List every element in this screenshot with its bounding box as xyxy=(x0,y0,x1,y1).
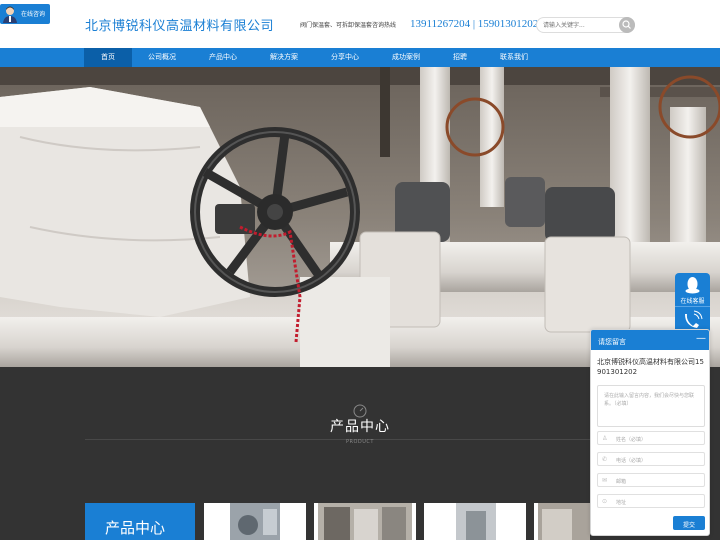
minimize-button[interactable]: — xyxy=(696,333,706,344)
company-name: 北京博锐科仪高温材料有限公司 xyxy=(85,19,275,34)
submit-label: 提交 xyxy=(682,522,695,529)
nav-item-share[interactable]: 分享中心 xyxy=(321,48,369,67)
header: 在线咨询 北京博锐科仪高温材料有限公司 阀门保温套、可拆卸保温套咨询热线 139… xyxy=(0,0,720,48)
online-consult-label: 在线咨询 xyxy=(21,11,46,18)
hero-banner[interactable] xyxy=(0,67,720,367)
nav-item-solutions[interactable]: 解决方案 xyxy=(260,48,308,67)
nav-item-jobs[interactable]: 招聘 xyxy=(436,48,484,67)
address-field[interactable]: ⊙ 地址 xyxy=(597,494,705,508)
search-icon xyxy=(622,20,631,29)
name-field[interactable]: ♙ 姓名（必填） xyxy=(597,431,705,445)
message-panel: 请您留言 — 北京博锐科仪高温材料有限公司15901301202 请在此输入留言… xyxy=(590,329,710,536)
product-image xyxy=(538,503,590,540)
main-nav: 首页 公司概况 产品中心 解决方案 分享中心 成功案例 招聘 联系我们 xyxy=(0,48,720,67)
nav-item-products[interactable]: 产品中心 xyxy=(199,48,247,67)
nav-item-about[interactable]: 公司概况 xyxy=(138,48,186,67)
search-box xyxy=(536,17,635,33)
qq-icon xyxy=(685,277,700,294)
page: { "header": { "chat_badge": "在线咨询", "com… xyxy=(0,0,720,540)
message-company-info: 北京博锐科仪高温材料有限公司15901301202 xyxy=(597,358,704,376)
address-placeholder: 地址 xyxy=(616,500,627,506)
nav-item-home[interactable]: 首页 xyxy=(84,48,132,67)
product-category-label: 产品中心 xyxy=(105,519,166,537)
email-placeholder: 邮箱 xyxy=(616,479,627,485)
phone-placeholder: 电话（必填） xyxy=(616,458,647,464)
product-image xyxy=(318,503,412,540)
message-panel-header: 请您留言 — xyxy=(591,330,709,350)
product-image xyxy=(456,503,496,540)
submit-button[interactable]: 提交 xyxy=(673,516,705,530)
banner-image xyxy=(0,67,720,367)
hotline-number: 13911267204 | 15901301202 xyxy=(410,18,539,30)
product-thumbnail[interactable] xyxy=(204,503,306,540)
name-placeholder: 姓名（必填） xyxy=(616,437,647,443)
phone-small-icon: ✆ xyxy=(602,456,608,463)
email-field[interactable]: ✉ 邮箱 xyxy=(597,473,705,487)
online-service-button[interactable]: 在线客服 xyxy=(675,273,710,306)
user-icon: ♙ xyxy=(602,435,608,442)
message-content-placeholder: 请在此输入留言内容，我们会尽快与您联系。（必填） xyxy=(604,393,695,407)
message-panel-title: 请您留言 xyxy=(598,338,626,346)
online-service-label: 在线客服 xyxy=(680,298,705,305)
hotline-label: 阀门保温套、可拆卸保温套咨询热线 xyxy=(300,22,397,29)
product-thumbnail[interactable] xyxy=(534,503,590,540)
phone-field[interactable]: ✆ 电话（必填） xyxy=(597,452,705,466)
online-consult-badge[interactable]: 在线咨询 xyxy=(0,4,50,24)
product-thumbnail[interactable] xyxy=(424,503,526,540)
location-icon: ⊙ xyxy=(602,498,608,505)
search-button[interactable] xyxy=(619,17,635,33)
nav-item-contact[interactable]: 联系我们 xyxy=(490,48,538,67)
email-icon: ✉ xyxy=(602,477,608,484)
message-content-field[interactable]: 请在此输入留言内容，我们会尽快与您联系。（必填） xyxy=(597,385,705,427)
nav-item-cases[interactable]: 成功案例 xyxy=(382,48,430,67)
product-thumbnail[interactable] xyxy=(314,503,416,540)
search-input[interactable] xyxy=(543,20,619,30)
avatar-icon xyxy=(3,6,17,23)
product-category-card[interactable]: 产品中心 xyxy=(85,503,195,540)
product-image xyxy=(230,503,280,540)
